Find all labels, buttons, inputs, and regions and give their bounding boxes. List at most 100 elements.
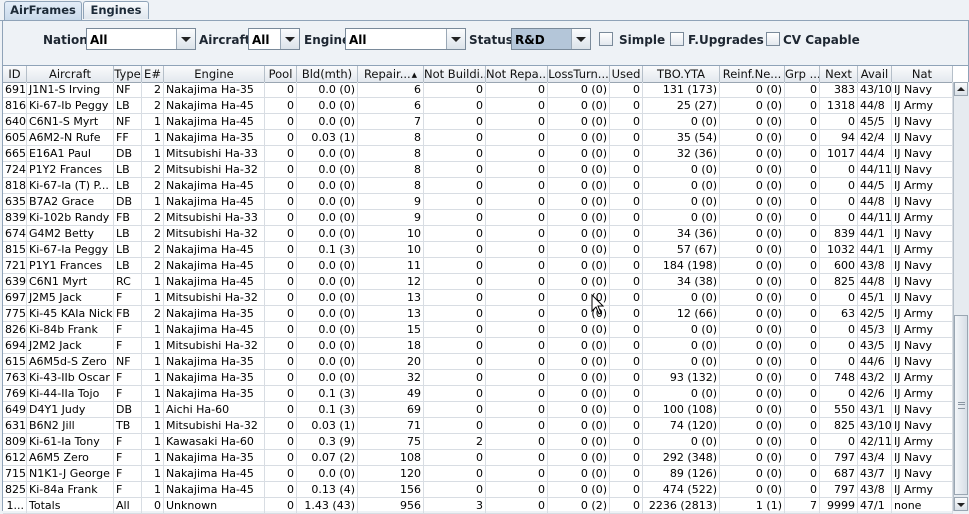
- cell-not-repairing: 0: [486, 354, 548, 369]
- table-row[interactable]: 635 B7A2 Grace DB 1 Nakajima Ha-45 0 0.0 (0) 9 0…: [3, 194, 953, 210]
- engine-select[interactable]: All: [345, 28, 466, 50]
- column-header-pool[interactable]: Pool: [265, 66, 297, 82]
- table-row[interactable]: 615 A6M5d-S Zero NF 1 Nakajima Ha-35 0 0.0 (0)…: [3, 354, 953, 370]
- cell-nation: IJ Navy: [892, 418, 953, 433]
- chevron-down-icon[interactable]: [571, 29, 590, 49]
- column-header-tbo-yta[interactable]: TBO.YTA: [643, 66, 720, 82]
- vertical-scrollbar[interactable]: [953, 82, 969, 511]
- table-row[interactable]: 649 D4Y1 Judy DB 1 Aichi Ha-60 0 0.1 (3) 69 0 0 0 …: [3, 402, 953, 418]
- table-row[interactable]: 809 Ki-61-Ia Tony F 1 Kawasaki Ha-60 0 0.3 (9)…: [3, 434, 953, 450]
- column-header-type[interactable]: Type: [114, 66, 142, 82]
- column-header-used[interactable]: Used: [610, 66, 643, 82]
- column-header-avail[interactable]: Avail: [858, 66, 892, 82]
- cell-loss-turn: 0 (0): [548, 178, 610, 193]
- table-row[interactable]: 816 Ki-67-Ib Peggy LB 2 Nakajima Ha-45 0 0.0 (…: [3, 98, 953, 114]
- table-row[interactable]: 724 P1Y2 Frances LB 2 Mitsubishi Ha-32 0 0.0 (…: [3, 162, 953, 178]
- table-row[interactable]: 697 J2M5 Jack F 1 Mitsubishi Ha-32 0 0.0 (0) 13…: [3, 290, 953, 306]
- cell-type: LB: [114, 258, 142, 273]
- cell-aircraft: Ki-61-Ia Tony: [27, 434, 114, 449]
- cell-nation: IJ Navy: [892, 82, 953, 97]
- table-row[interactable]: 839 Ki-102b Randy FB 2 Mitsubishi Ha-33 0 0.0 …: [3, 210, 953, 226]
- column-header-loss-turn[interactable]: LossTurn...: [548, 66, 610, 82]
- column-header-not-building[interactable]: Not Buildi...: [424, 66, 486, 82]
- chevron-down-icon[interactable]: [176, 29, 195, 49]
- table-row[interactable]: 715 N1K1-J George F 1 Nakajima Ha-45 0 0.0 (0)…: [3, 466, 953, 482]
- aircraft-select[interactable]: All: [248, 28, 300, 50]
- cell-tbo-yta: 0 (0): [643, 114, 720, 129]
- cell-id: 809: [5, 434, 27, 449]
- simple-checkbox[interactable]: [599, 32, 613, 46]
- table-row[interactable]: 694 J2M2 Jack F 1 Mitsubishi Ha-32 0 0.0 (0) 18…: [3, 338, 953, 354]
- table-row[interactable]: 815 Ki-67-Ia Peggy LB 2 Nakajima Ha-45 0 0.1 (…: [3, 242, 953, 258]
- cell-reinf-needed: 0 (0): [720, 354, 785, 369]
- cell-group: 0: [785, 418, 820, 433]
- column-header-build[interactable]: Bld(mth): [297, 66, 358, 82]
- column-header-group[interactable]: Grp ...: [785, 66, 820, 82]
- cell-next: 797: [820, 482, 858, 497]
- cell-aircraft: Ki-67-Ib Peggy: [27, 98, 114, 113]
- column-header-not-repairing[interactable]: Not Repa...: [486, 66, 548, 82]
- cell-reinf-needed: 0 (0): [720, 466, 785, 481]
- cell-not-repairing: 0: [486, 258, 548, 273]
- table-row[interactable]: 640 C6N1-S Myrt NF 1 Nakajima Ha-45 0 0.0 (0) 7…: [3, 114, 953, 130]
- table-row[interactable]: 691 J1N1-S Irving NF 2 Nakajima Ha-35 0 0.0 (0…: [3, 82, 953, 98]
- cell-used: 0: [610, 194, 643, 209]
- cell-aircraft: A6M5 Zero: [27, 450, 114, 465]
- cell-engine: Nakajima Ha-35: [164, 306, 265, 321]
- column-header-label: E#: [144, 67, 161, 81]
- cell-nation: IJ Army: [892, 306, 953, 321]
- cell-engines: 2: [142, 98, 164, 113]
- aircraft-value: All: [252, 33, 270, 47]
- chevron-down-icon[interactable]: [280, 29, 299, 49]
- cell-build: 0.0 (0): [297, 82, 358, 97]
- cell-not-building: 0: [424, 450, 486, 465]
- cv-capable-checkbox[interactable]: [766, 32, 780, 46]
- cell-not-building: 0: [424, 466, 486, 481]
- cell-build: 0.0 (0): [297, 146, 358, 161]
- table-row[interactable]: 825 Ki-84a Frank F 1 Nakajima Ha-45 0 0.13 (4)…: [3, 482, 953, 498]
- table-row[interactable]: 775 Ki-45 KAIa Nick FB 2 Nakajima Ha-35 0 0.0 …: [3, 306, 953, 322]
- cell-repair: 156: [358, 482, 424, 497]
- totals-row[interactable]: 1... Totals All 0 Unknown 0 1.43 (43) 956 3 0 0 (2…: [3, 498, 953, 514]
- scrollbar-thumb[interactable]: [954, 315, 968, 495]
- table-row[interactable]: 665 E16A1 Paul DB 1 Mitsubishi Ha-33 0 0.0 (0)…: [3, 146, 953, 162]
- table-row[interactable]: 818 Ki-67-Ia (T) P... LB 2 Nakajima Ha-45 0 0.…: [3, 178, 953, 194]
- column-header-engines[interactable]: E#: [142, 66, 164, 82]
- table-row[interactable]: 721 P1Y1 Frances LB 2 Nakajima Ha-45 0 0.0 (0)…: [3, 258, 953, 274]
- table-row[interactable]: 763 Ki-43-IIb Oscar F 1 Nakajima Ha-35 0 0.0 (…: [3, 370, 953, 386]
- table-row[interactable]: 639 C6N1 Myrt RC 1 Nakajima Ha-45 0 0.0 (0) 12 0…: [3, 274, 953, 290]
- column-header-reinf-needed[interactable]: Reinf.Ne...: [720, 66, 785, 82]
- cell-not-repairing: 0: [486, 210, 548, 225]
- cell-type: F: [114, 322, 142, 337]
- tab-airframes[interactable]: AirFrames: [4, 1, 82, 21]
- table-row[interactable]: 605 A6M2-N Rufe FF 1 Nakajima Ha-35 0 0.03 (1)…: [3, 130, 953, 146]
- cell-tbo-yta: 57 (67): [643, 242, 720, 257]
- cell-used: 0: [610, 338, 643, 353]
- chevron-down-icon[interactable]: [446, 29, 465, 49]
- cell-build: 0.0 (0): [297, 226, 358, 241]
- table-row[interactable]: 674 G4M2 Betty LB 2 Mitsubishi Ha-32 0 0.0 (0)…: [3, 226, 953, 242]
- cell-used: 0: [610, 258, 643, 273]
- cell-not-repairing: 0: [486, 98, 548, 113]
- table-row[interactable]: 612 A6M5 Zero F 1 Nakajima Ha-35 0 0.07 (2) 108…: [3, 450, 953, 466]
- column-header-nation[interactable]: Nat: [892, 66, 953, 82]
- cell-repair: 69: [358, 402, 424, 417]
- status-select[interactable]: R&D: [511, 28, 591, 50]
- cell-next: 0: [820, 434, 858, 449]
- table-row[interactable]: 631 B6N2 Jill TB 1 Mitsubishi Ha-32 0 0.03 (1)…: [3, 418, 953, 434]
- column-header-next[interactable]: Next: [820, 66, 858, 82]
- cell-aircraft: D4Y1 Judy: [27, 402, 114, 417]
- nation-select[interactable]: All: [86, 28, 196, 50]
- column-header-aircraft[interactable]: Aircraft: [27, 66, 114, 82]
- cell-engine: Nakajima Ha-45: [164, 258, 265, 273]
- table-row[interactable]: 826 Ki-84b Frank F 1 Nakajima Ha-45 0 0.0 (0) 1…: [3, 322, 953, 338]
- table-row[interactable]: 769 Ki-44-IIa Tojo F 1 Nakajima Ha-35 0 0.1 (3…: [3, 386, 953, 402]
- tab-engines[interactable]: Engines: [83, 1, 149, 19]
- column-header-engine[interactable]: Engine: [164, 66, 265, 82]
- column-header-repair[interactable]: Repair...▲: [358, 66, 424, 82]
- fupgrades-checkbox[interactable]: [670, 32, 684, 46]
- cell-not-building: 0: [424, 402, 486, 417]
- cell-engines: 1: [142, 450, 164, 465]
- scroll-up-arrow-icon[interactable]: [954, 82, 968, 96]
- column-header-id[interactable]: ID: [3, 66, 27, 82]
